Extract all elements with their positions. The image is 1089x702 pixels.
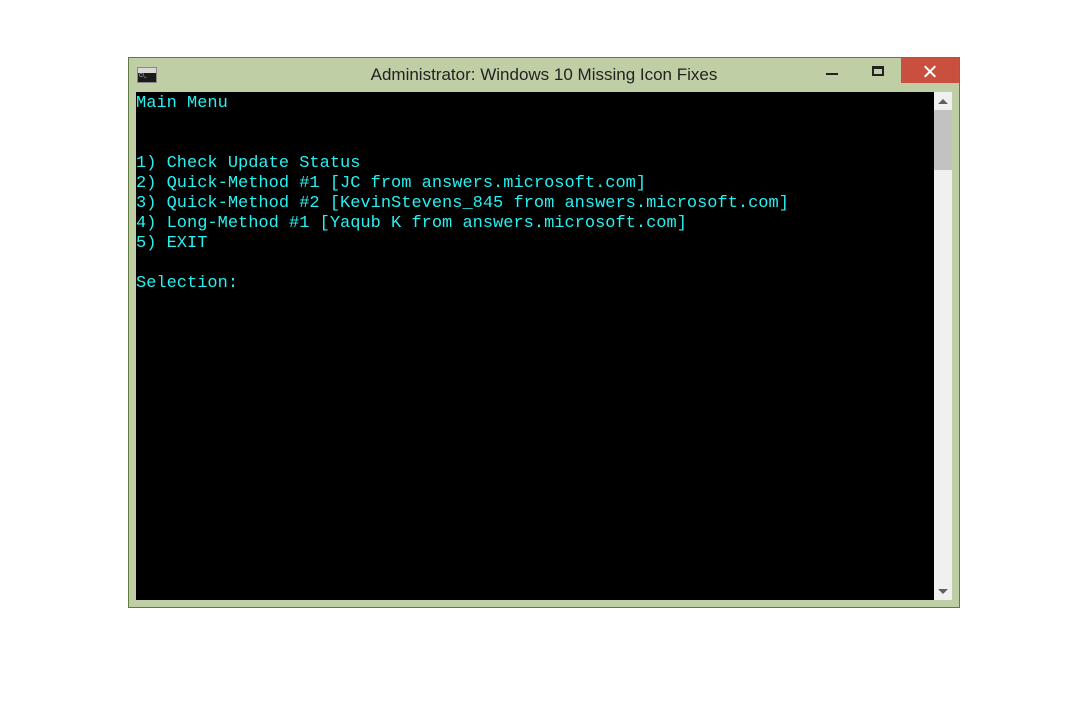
menu-item: 3) Quick-Method #2 [KevinStevens_845 fro… — [136, 194, 789, 213]
close-button[interactable] — [901, 58, 959, 83]
maximize-icon — [872, 66, 884, 76]
command-prompt-window: C:\_ Administrator: Windows 10 Missing I… — [128, 57, 960, 608]
selection-prompt: Selection: — [136, 274, 238, 293]
vertical-scrollbar[interactable] — [934, 92, 952, 600]
minimize-icon — [826, 72, 838, 75]
chevron-down-icon — [938, 589, 948, 594]
maximize-button[interactable] — [855, 58, 901, 83]
scroll-track[interactable] — [934, 110, 952, 582]
terminal-output[interactable]: Main Menu 1) Check Update Status 2) Quic… — [136, 92, 934, 600]
scroll-up-button[interactable] — [934, 92, 952, 110]
menu-item: 5) EXIT — [136, 234, 207, 253]
client-area: Main Menu 1) Check Update Status 2) Quic… — [136, 92, 952, 600]
menu-header: Main Menu — [136, 94, 228, 113]
menu-item: 1) Check Update Status — [136, 154, 360, 173]
chevron-up-icon — [938, 99, 948, 104]
cmd-icon: C:\_ — [137, 67, 157, 83]
scroll-thumb[interactable] — [934, 110, 952, 170]
minimize-button[interactable] — [809, 58, 855, 83]
titlebar[interactable]: C:\_ Administrator: Windows 10 Missing I… — [129, 58, 959, 92]
close-icon — [923, 64, 937, 78]
menu-item: 2) Quick-Method #1 [JC from answers.micr… — [136, 174, 646, 193]
menu-item: 4) Long-Method #1 [Yaqub K from answers.… — [136, 214, 687, 233]
window-controls — [809, 58, 959, 83]
scroll-down-button[interactable] — [934, 582, 952, 600]
